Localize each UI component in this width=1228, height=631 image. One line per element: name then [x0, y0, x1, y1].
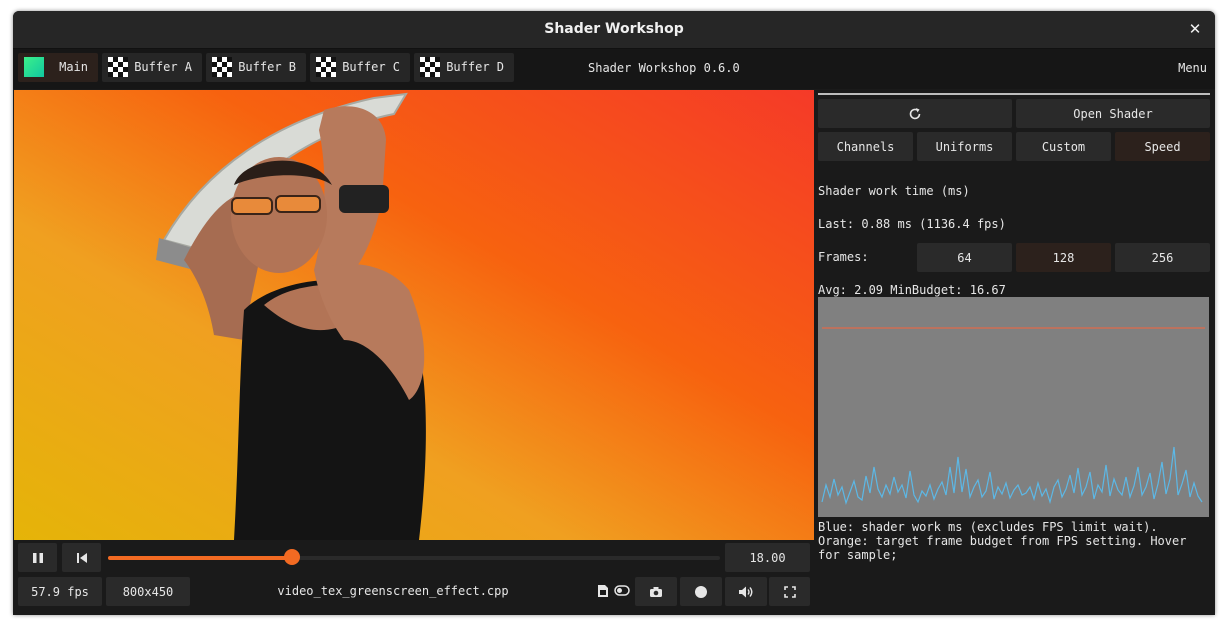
- frames-label: Frames:: [818, 250, 869, 264]
- fps-readout: 57.9 fps: [18, 577, 102, 606]
- timeline-progress: [108, 556, 292, 560]
- toggle-icon[interactable]: [614, 585, 630, 596]
- volume-icon: [739, 586, 753, 597]
- camera-icon: [650, 586, 662, 597]
- last-sample-line: Last: 0.88 ms (1136.4 fps): [818, 217, 1006, 231]
- frames-option-128[interactable]: 128: [1016, 243, 1111, 272]
- reload-button[interactable]: [818, 99, 1012, 128]
- record-button[interactable]: [680, 577, 722, 606]
- record-icon: [695, 585, 707, 598]
- volume-button[interactable]: [725, 577, 767, 606]
- tab-uniforms[interactable]: Uniforms: [917, 132, 1012, 161]
- fullscreen-icon: [783, 585, 796, 598]
- tab-label: Main: [59, 60, 88, 74]
- time-value: 18.00: [749, 551, 786, 565]
- frames-option-label: 64: [957, 251, 972, 265]
- tab-label: Speed: [1144, 140, 1181, 154]
- frames-option-256[interactable]: 256: [1115, 243, 1210, 272]
- shader-viewport[interactable]: [14, 90, 814, 540]
- menu-button[interactable]: Menu: [1178, 61, 1207, 75]
- tab-label: Buffer C: [342, 60, 400, 74]
- pause-button[interactable]: [18, 543, 57, 572]
- tab-label: Buffer A: [134, 60, 192, 74]
- open-shader-button[interactable]: Open Shader: [1016, 99, 1210, 128]
- tab-channels[interactable]: Channels: [818, 132, 913, 161]
- checker-icon: [420, 57, 440, 77]
- file-icon[interactable]: [597, 584, 609, 598]
- time-field[interactable]: 18.00: [725, 543, 810, 572]
- tab-buffer-d[interactable]: Buffer D: [414, 53, 514, 82]
- side-panel: Open Shader Channels Uniforms Custom Spe…: [817, 90, 1215, 615]
- fps-value: 57.9 fps: [31, 585, 89, 599]
- timeline-handle[interactable]: [283, 549, 300, 565]
- work-time-plot: [821, 327, 1205, 506]
- tab-buffer-b[interactable]: Buffer B: [206, 53, 306, 82]
- main-swatch-icon: [24, 57, 44, 77]
- work-time-line: [821, 446, 1203, 506]
- tab-label: Custom: [1041, 140, 1086, 154]
- reload-icon: [909, 107, 921, 119]
- frames-option-label: 128: [1052, 251, 1075, 265]
- graph-caption: Blue: shader work ms (excludes FPS limit…: [818, 520, 1187, 562]
- resolution-readout: 800x450: [106, 577, 190, 606]
- tab-main[interactable]: Main: [18, 53, 98, 82]
- title-bar: Shader Workshop ✕: [13, 11, 1215, 49]
- version-label: Shader Workshop 0.6.0: [588, 61, 740, 75]
- screenshot-button[interactable]: [635, 577, 677, 606]
- open-shader-label: Open Shader: [1073, 107, 1153, 121]
- timeline-slider[interactable]: [108, 549, 720, 565]
- fullscreen-button[interactable]: [769, 577, 810, 606]
- checker-icon: [212, 57, 232, 77]
- tab-label: Channels: [836, 140, 895, 154]
- buffer-tab-bar: Main Buffer A Buffer B Buffer C Buffer D…: [13, 49, 1215, 89]
- skip-back-icon: [76, 552, 87, 563]
- panel-divider: [818, 93, 1210, 95]
- tab-label: Buffer D: [446, 60, 504, 74]
- restart-button[interactable]: [62, 543, 101, 572]
- checker-icon: [316, 57, 336, 77]
- work-time-graph[interactable]: [818, 297, 1209, 517]
- tab-buffer-a[interactable]: Buffer A: [102, 53, 202, 82]
- greenscreen-subject-illustration: [156, 92, 426, 540]
- section-title: Shader work time (ms): [818, 184, 970, 198]
- tab-speed[interactable]: Speed: [1115, 132, 1210, 161]
- tab-label: Uniforms: [935, 140, 994, 154]
- tab-buffer-c[interactable]: Buffer C: [310, 53, 410, 82]
- frames-option-64[interactable]: 64: [917, 243, 1012, 272]
- resolution-value: 800x450: [122, 585, 174, 599]
- checker-icon: [108, 57, 128, 77]
- frames-option-label: 256: [1151, 251, 1174, 265]
- window-title: Shader Workshop: [544, 21, 684, 37]
- close-icon[interactable]: ✕: [1187, 20, 1203, 38]
- shader-filename: video_tex_greenscreen_effect.cpp: [277, 584, 509, 598]
- pause-icon: [32, 552, 43, 563]
- app-window: Shader Workshop ✕ Main Buffer A Buffer B…: [13, 11, 1215, 615]
- average-line: Avg: 2.09 MinBudget: 16.67: [818, 283, 1006, 297]
- tab-custom[interactable]: Custom: [1016, 132, 1111, 161]
- tab-label: Buffer B: [238, 60, 296, 74]
